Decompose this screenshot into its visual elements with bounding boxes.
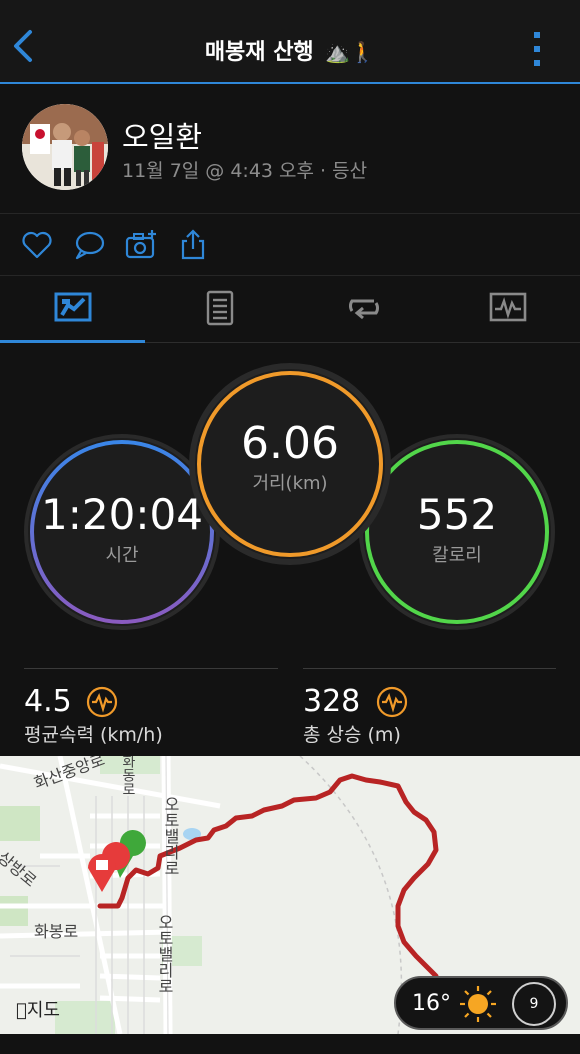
ring-distance: 6.06 거리(km): [192, 418, 388, 528]
more-options-icon[interactable]: [528, 30, 546, 70]
activity-owner: 오일환 11월 7일 @ 4:43 오후 · 등산: [0, 86, 580, 214]
social-actions: [0, 214, 580, 276]
divider: [303, 668, 556, 669]
distance-value: 6.06: [241, 418, 339, 469]
tab-laps[interactable]: [290, 277, 435, 343]
elevation-gain-value: 328: [303, 684, 361, 719]
route-map[interactable]: 화산중앙로 화동로 오토밸리로 오토밸리로 상방로 화봉로 지도 16° 9: [0, 756, 580, 1034]
calories-value: 552: [416, 490, 498, 539]
divider: [24, 668, 278, 669]
document-list-icon: [206, 290, 234, 326]
map-attribution-text: 지도: [16, 1000, 60, 1021]
ring-calories: 552 칼로리: [361, 490, 553, 580]
pulse-badge-icon[interactable]: [376, 686, 408, 718]
elevation-gain-label: 총 상승 (m): [303, 724, 401, 746]
tab-details[interactable]: [145, 277, 290, 343]
time-label: 시간: [105, 545, 139, 566]
heart-icon[interactable]: [20, 228, 54, 262]
title-text: 매봉재 산행: [204, 40, 314, 65]
title-emoji: ⛰️🚶: [325, 40, 376, 64]
overview-icon: [54, 292, 92, 322]
wind-speed: 9: [512, 982, 556, 1026]
pulse-badge-icon[interactable]: [86, 686, 118, 718]
user-name[interactable]: 오일환: [122, 114, 202, 156]
ring-time: 1:20:04 시간: [26, 490, 218, 580]
sun-icon: [460, 986, 496, 1022]
comment-icon[interactable]: [72, 228, 106, 262]
calories-label: 칼로리: [432, 545, 482, 566]
time-value: 1:20:04: [41, 490, 203, 539]
weather-badge[interactable]: 16° 9: [394, 976, 568, 1030]
avatar[interactable]: [22, 104, 108, 190]
chart-icon: [489, 292, 527, 322]
camera-add-icon[interactable]: [124, 228, 158, 262]
map-attribution[interactable]: 지도: [16, 996, 60, 1022]
tab-overview[interactable]: [0, 277, 145, 343]
map-label-otobaelli-south: 오토밸리로: [155, 914, 174, 994]
map-label-otobaelli-north: 오토밸리로: [161, 796, 180, 876]
apple-logo-icon: : [16, 1000, 27, 1021]
activity-tabs: [0, 277, 580, 343]
share-icon[interactable]: [176, 228, 210, 262]
activity-meta: 11월 7일 @ 4:43 오후 · 등산: [122, 160, 368, 182]
bottom-edge: [0, 1034, 580, 1054]
map-label-hwabong: 화봉로: [34, 922, 79, 941]
map-label-hwadong: 화동로: [120, 756, 136, 796]
avg-speed-label: 평균속력 (km/h): [24, 724, 163, 746]
distance-label: 거리(km): [252, 473, 328, 494]
laps-repeat-icon: [349, 299, 379, 320]
avg-speed-value: 4.5: [24, 684, 72, 719]
weather-temp: 16°: [412, 991, 451, 1016]
tab-charts[interactable]: [435, 277, 580, 343]
page-title: 매봉재 산행 ⛰️🚶: [0, 34, 580, 66]
top-bar: 매봉재 산행 ⛰️🚶: [0, 0, 580, 84]
